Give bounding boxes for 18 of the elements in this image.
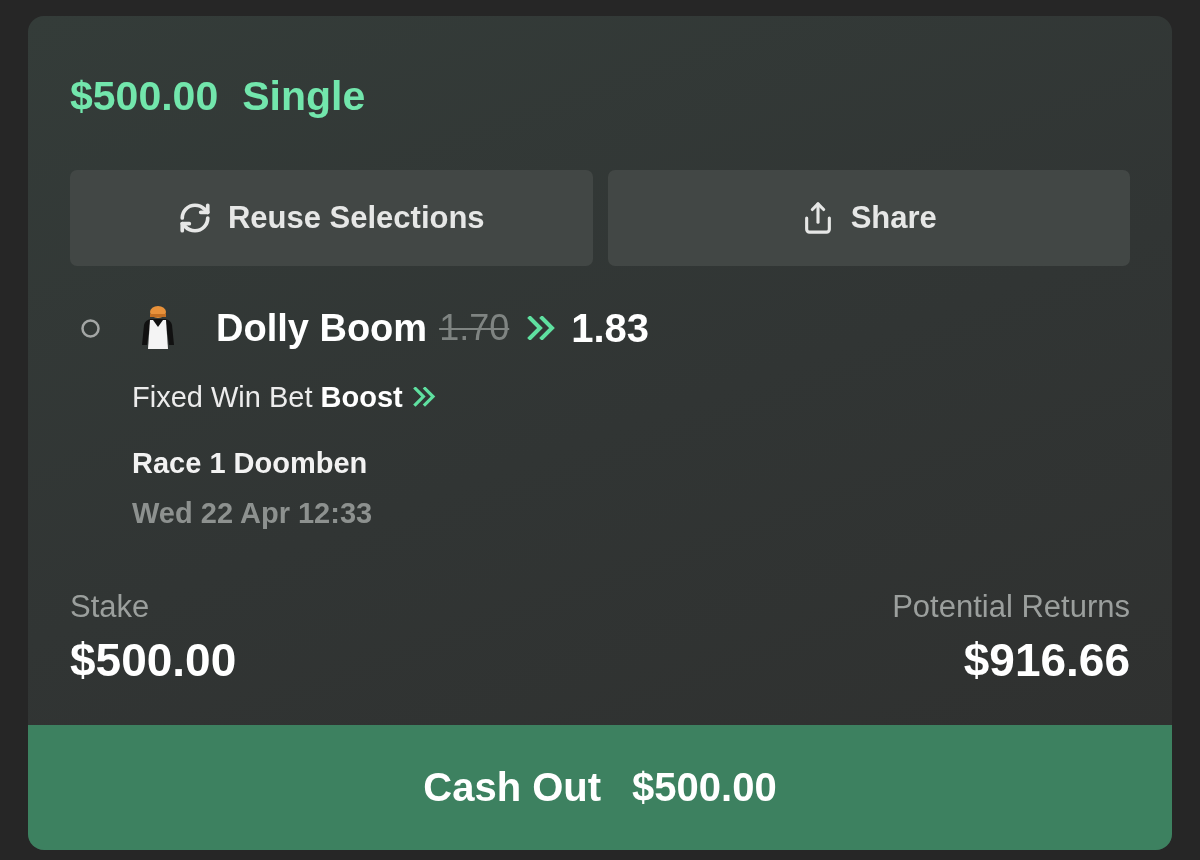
refresh-icon — [177, 201, 212, 235]
stake-label: Stake — [70, 588, 150, 626]
potential-returns-value: $916.66 — [963, 633, 1130, 688]
bet-type-label: Fixed Win Bet Boost — [132, 380, 403, 415]
bet-amount: $500.00 — [70, 72, 219, 121]
share-button[interactable]: Share — [607, 170, 1130, 266]
race-name: Race 1 Doomben — [132, 446, 369, 481]
stake-value: $500.00 — [70, 633, 237, 688]
bet-type: Single — [242, 72, 366, 121]
status-ring-icon — [81, 318, 100, 338]
reuse-selections-button[interactable]: Reuse Selections — [70, 170, 593, 266]
previous-odds: 1.70 — [439, 307, 510, 349]
race-start-time: Wed 22 Apr 12:33 — [132, 496, 374, 531]
runner-name: Dolly Boom — [216, 306, 428, 350]
potential-returns-label: Potential Returns — [892, 588, 1130, 626]
boosted-odds: 1.83 — [571, 305, 650, 351]
cash-out-button[interactable]: Cash Out $500.00 — [28, 725, 1172, 850]
double-chevron-icon — [412, 387, 437, 407]
